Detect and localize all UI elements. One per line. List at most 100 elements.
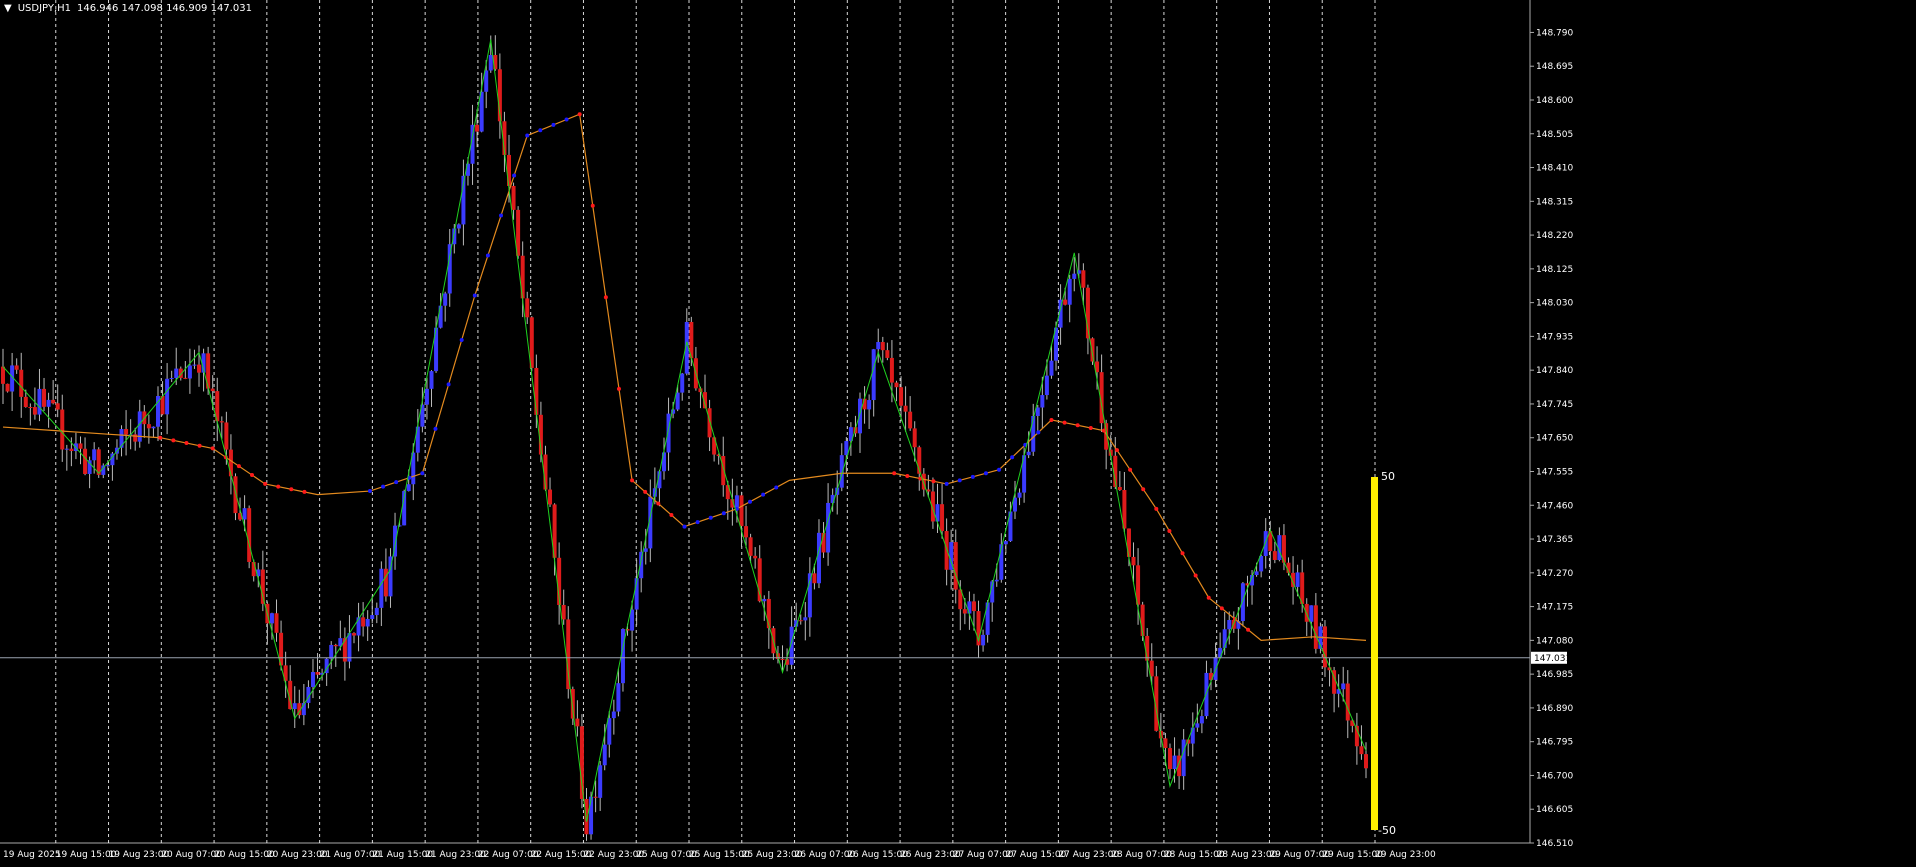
- candle-bull: [165, 378, 170, 415]
- candle-bull: [329, 644, 334, 659]
- y-tick-label: 148.790: [1536, 28, 1573, 38]
- y-tick-label: 148.125: [1536, 265, 1573, 275]
- candle-bear: [534, 367, 539, 415]
- candle-bull: [1067, 278, 1072, 305]
- candle-bear: [260, 569, 265, 604]
- trend-dot-down: [1049, 417, 1054, 422]
- candle-bear: [475, 124, 480, 132]
- candle-bull: [607, 718, 612, 745]
- candle-bear: [197, 364, 202, 373]
- candle-bull: [119, 429, 124, 448]
- trend-dot-down: [1193, 573, 1198, 578]
- candle-bull: [1049, 360, 1054, 376]
- candle-bull: [762, 598, 767, 602]
- candle-bull: [871, 349, 876, 401]
- y-tick-label: 148.030: [1536, 299, 1573, 309]
- trend-dot-down: [289, 487, 294, 492]
- candle-bull: [137, 411, 142, 442]
- candle-bull: [370, 615, 375, 619]
- y-tick-label: 146.605: [1536, 805, 1573, 815]
- candle-bull: [994, 579, 999, 582]
- candle-bull: [169, 377, 174, 379]
- candle-bear: [1304, 603, 1309, 622]
- candle-bear: [78, 443, 83, 449]
- candle-bear: [55, 403, 60, 410]
- candle-bear: [1322, 626, 1327, 668]
- candle-bear: [1313, 605, 1318, 649]
- y-tick-label: 147.270: [1536, 569, 1573, 579]
- trend-dot-down: [1141, 487, 1146, 492]
- candle-bull: [589, 796, 594, 835]
- y-tick-label: 146.890: [1536, 704, 1573, 714]
- candle-bull: [365, 618, 370, 627]
- trend-dot-down: [302, 489, 307, 494]
- trend-dot-down: [197, 443, 202, 448]
- triangle-down-icon[interactable]: ▼: [4, 3, 12, 14]
- candle-bull: [602, 744, 607, 766]
- candle-bear: [739, 495, 744, 527]
- candle-bear: [32, 407, 37, 415]
- candle-bull: [1222, 629, 1227, 648]
- trend-dot-down: [158, 435, 163, 440]
- candle-bear: [944, 531, 949, 570]
- candle-bear: [753, 555, 758, 559]
- candle-bull: [967, 601, 972, 614]
- y-tick-label: 147.555: [1536, 467, 1573, 477]
- candle-bull: [858, 398, 863, 434]
- price-chart[interactable]: ▼ USDJPY,H1 146.946 147.098 146.909 147.03…: [0, 0, 1916, 863]
- y-tick-label: 148.505: [1536, 130, 1573, 140]
- candle-bear: [274, 613, 279, 633]
- candle-bull: [981, 634, 986, 646]
- candle-bull: [1341, 683, 1346, 690]
- trend-dot-up: [499, 213, 504, 218]
- y-tick-label: 147.840: [1536, 366, 1573, 376]
- trend-dot-up: [472, 293, 477, 298]
- trend-dot-down: [931, 479, 936, 484]
- candle-bull: [374, 607, 379, 616]
- trend-dot-down: [1219, 606, 1224, 611]
- trend-dot-down: [1088, 425, 1093, 430]
- candle-bull: [734, 495, 739, 508]
- y-tick-label: 146.795: [1536, 738, 1573, 748]
- trend-dot-up: [1036, 430, 1041, 435]
- trend-dot-down: [892, 471, 897, 476]
- trend-dot-down: [1128, 467, 1133, 472]
- candle-bear: [880, 342, 885, 351]
- candle-bull: [611, 711, 616, 719]
- trend-dot-up: [983, 471, 988, 476]
- candle-bear: [23, 396, 28, 407]
- candle-bear: [210, 388, 215, 392]
- y-tick-label: 147.650: [1536, 434, 1573, 444]
- y-tick-label: 147.365: [1536, 535, 1573, 545]
- trend-dot-down: [1167, 529, 1172, 534]
- candle-bear: [352, 633, 357, 636]
- trend-dot-up: [1010, 455, 1015, 460]
- candle-bear: [899, 387, 904, 406]
- trend-dot-up: [695, 520, 700, 525]
- candle-bull: [598, 765, 603, 798]
- candle-bear: [146, 424, 151, 429]
- candle-bull: [826, 502, 831, 553]
- trend-dot-down: [630, 478, 635, 483]
- candle-bear: [1081, 270, 1086, 288]
- candle-bear: [885, 350, 890, 358]
- chart-canvas[interactable]: 19 Aug 202519 Aug 15:0019 Aug 23:0020 Au…: [0, 0, 1916, 863]
- trend-dot-up: [512, 173, 517, 178]
- candle-bull: [1240, 583, 1245, 622]
- candle-bear: [1126, 528, 1131, 557]
- candle-bull: [666, 413, 671, 453]
- candle-bear: [5, 383, 10, 392]
- y-tick-label: 147.080: [1536, 636, 1573, 646]
- candle-bull: [174, 368, 179, 378]
- candle-bull: [456, 224, 461, 229]
- trend-dot-down: [263, 481, 268, 486]
- candle-bear: [51, 399, 56, 404]
- y-tick-label: 146.700: [1536, 771, 1573, 781]
- candle-bull: [839, 455, 844, 488]
- trend-dot-up: [538, 128, 543, 133]
- candle-bear: [908, 411, 913, 429]
- x-tick-label: 29 Aug 23:00: [1375, 850, 1436, 860]
- candle-bear: [333, 644, 338, 647]
- trend-dot-down: [1246, 627, 1251, 632]
- candle-bull: [643, 548, 648, 552]
